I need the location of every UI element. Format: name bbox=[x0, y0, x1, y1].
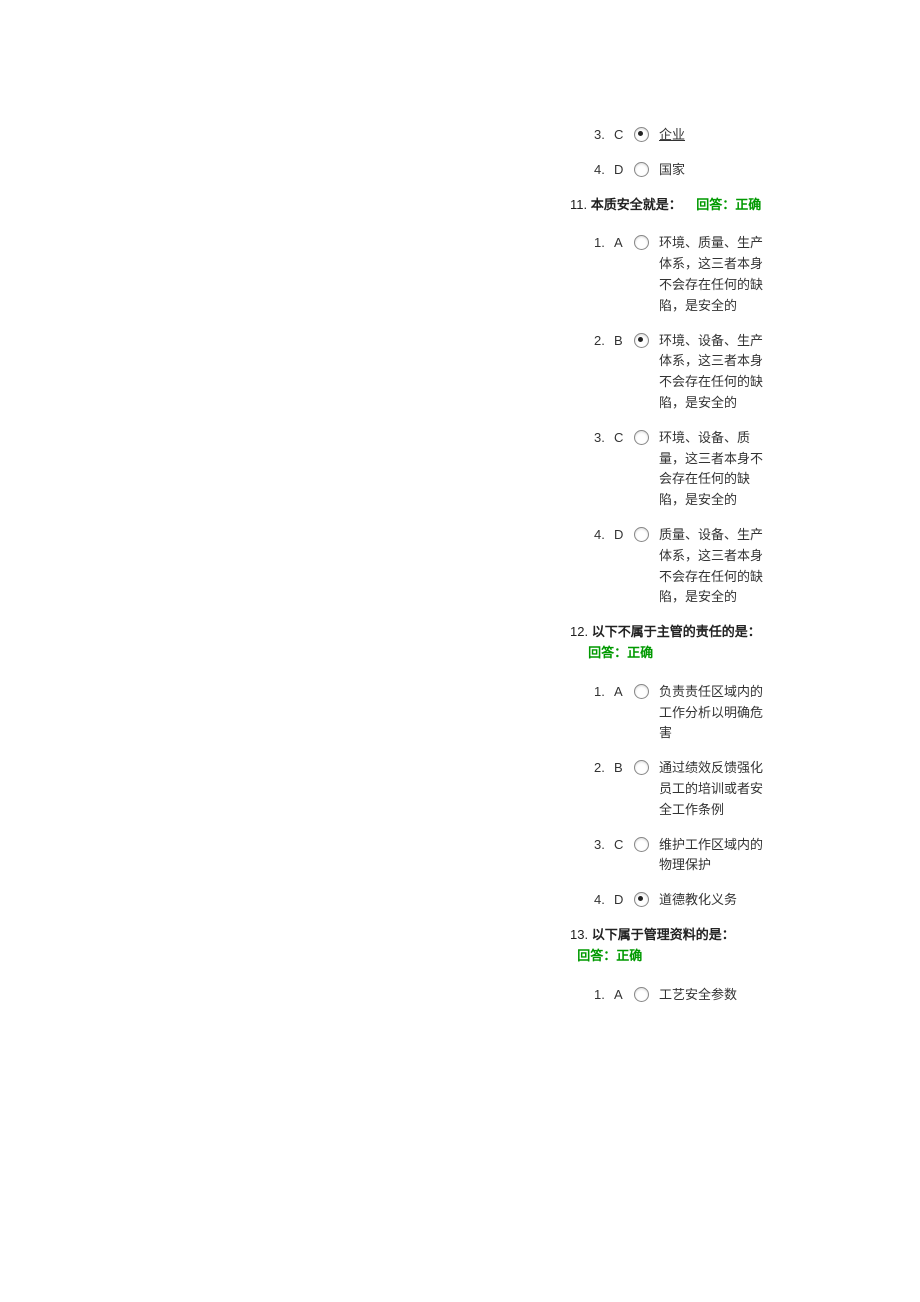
option-text: 工艺安全参数 bbox=[659, 985, 775, 1006]
radio-icon[interactable] bbox=[634, 430, 649, 445]
option-index: 2. bbox=[594, 758, 614, 779]
question-number: 13. bbox=[570, 927, 588, 942]
option-row: 3. C 环境、设备、质量，这三者本身不会存在任何的缺陷，是安全的 bbox=[594, 428, 775, 511]
option-row: 4. D 国家 bbox=[594, 160, 775, 181]
option-index: 3. bbox=[594, 428, 614, 449]
option-index: 1. bbox=[594, 682, 614, 703]
option-row: 4. D 道德教化义务 bbox=[594, 890, 775, 911]
option-letter: C bbox=[614, 125, 632, 146]
option-text: 国家 bbox=[659, 160, 775, 181]
quiz-content: 3. C 企业 4. D 国家 11. 本质安全就是： 回答：正确 1. A bbox=[570, 125, 775, 1019]
option-row: 3. C 维护工作区域内的物理保护 bbox=[594, 835, 775, 877]
option-index: 4. bbox=[594, 525, 614, 546]
radio-icon[interactable] bbox=[634, 892, 649, 907]
option-row: 2. B 环境、设备、生产体系，这三者本身不会存在任何的缺陷，是安全的 bbox=[594, 331, 775, 414]
option-text: 道德教化义务 bbox=[659, 890, 775, 911]
radio-icon[interactable] bbox=[634, 837, 649, 852]
option-letter: A bbox=[614, 682, 632, 703]
question-11-options: 1. A 环境、质量、生产体系，这三者本身不会存在任何的缺陷，是安全的 2. B… bbox=[594, 233, 775, 608]
option-letter: B bbox=[614, 331, 632, 352]
option-index: 1. bbox=[594, 985, 614, 1006]
question-title: 以下不属于主管的责任的是： bbox=[592, 624, 761, 639]
option-letter: B bbox=[614, 758, 632, 779]
question-11-header: 11. 本质安全就是： 回答：正确 bbox=[570, 195, 775, 216]
option-row: 2. B 通过绩效反馈强化员工的培训或者安全工作条例 bbox=[594, 758, 775, 820]
option-index: 4. bbox=[594, 890, 614, 911]
answer-status: 回答：正确 bbox=[577, 948, 642, 963]
question-12-header: 12. 以下不属于主管的责任的是： 回答：正确 bbox=[570, 622, 775, 664]
option-text: 环境、设备、生产体系，这三者本身不会存在任何的缺陷，是安全的 bbox=[659, 331, 775, 414]
option-row: 1. A 负责责任区域内的工作分析以明确危害 bbox=[594, 682, 775, 744]
answer-status: 回答：正确 bbox=[696, 197, 761, 212]
radio-icon[interactable] bbox=[634, 760, 649, 775]
question-number: 12. bbox=[570, 624, 588, 639]
option-row: 1. A 环境、质量、生产体系，这三者本身不会存在任何的缺陷，是安全的 bbox=[594, 233, 775, 316]
question-13-options: 1. A 工艺安全参数 bbox=[594, 985, 775, 1006]
option-text: 通过绩效反馈强化员工的培训或者安全工作条例 bbox=[659, 758, 775, 820]
question-13-header: 13. 以下属于管理资料的是： 回答：正确 bbox=[570, 925, 775, 967]
option-letter: C bbox=[614, 428, 632, 449]
question-12-options: 1. A 负责责任区域内的工作分析以明确危害 2. B 通过绩效反馈强化员工的培… bbox=[594, 682, 775, 911]
option-index: 2. bbox=[594, 331, 614, 352]
option-letter: C bbox=[614, 835, 632, 856]
option-text: 维护工作区域内的物理保护 bbox=[659, 835, 775, 877]
radio-icon[interactable] bbox=[634, 987, 649, 1002]
option-index: 4. bbox=[594, 160, 614, 181]
radio-icon[interactable] bbox=[634, 684, 649, 699]
option-letter: D bbox=[614, 160, 632, 181]
radio-icon[interactable] bbox=[634, 235, 649, 250]
radio-icon[interactable] bbox=[634, 127, 649, 142]
question-number: 11. bbox=[570, 197, 587, 212]
option-text: 负责责任区域内的工作分析以明确危害 bbox=[659, 682, 775, 744]
option-row: 3. C 企业 bbox=[594, 125, 775, 146]
option-letter: A bbox=[614, 233, 632, 254]
option-index: 3. bbox=[594, 125, 614, 146]
radio-icon[interactable] bbox=[634, 333, 649, 348]
option-index: 3. bbox=[594, 835, 614, 856]
option-text: 环境、质量、生产体系，这三者本身不会存在任何的缺陷，是安全的 bbox=[659, 233, 775, 316]
question-title: 本质安全就是： bbox=[591, 197, 682, 212]
option-text: 环境、设备、质量，这三者本身不会存在任何的缺陷，是安全的 bbox=[659, 428, 775, 511]
question-top-options: 3. C 企业 4. D 国家 bbox=[594, 125, 775, 181]
option-letter: A bbox=[614, 985, 632, 1006]
question-title: 以下属于管理资料的是： bbox=[592, 927, 735, 942]
option-letter: D bbox=[614, 525, 632, 546]
option-row: 4. D 质量、设备、生产体系，这三者本身不会存在任何的缺陷，是安全的 bbox=[594, 525, 775, 608]
option-row: 1. A 工艺安全参数 bbox=[594, 985, 775, 1006]
option-text: 质量、设备、生产体系，这三者本身不会存在任何的缺陷，是安全的 bbox=[659, 525, 775, 608]
option-text: 企业 bbox=[659, 125, 775, 146]
option-index: 1. bbox=[594, 233, 614, 254]
answer-status: 回答：正确 bbox=[588, 645, 653, 660]
radio-icon[interactable] bbox=[634, 527, 649, 542]
option-letter: D bbox=[614, 890, 632, 911]
radio-icon[interactable] bbox=[634, 162, 649, 177]
